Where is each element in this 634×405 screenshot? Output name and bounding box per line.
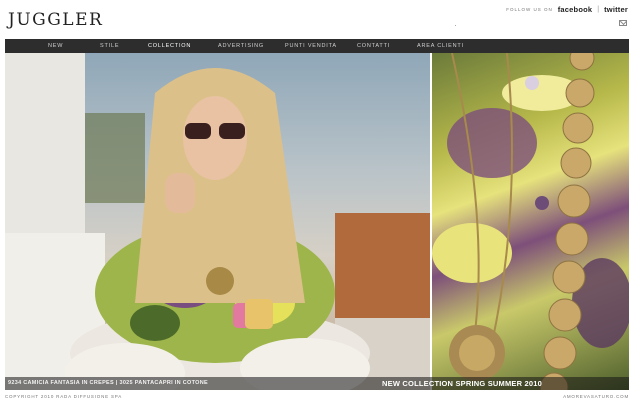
copyright-text: COPYRIGHT 2010 RADA DIFFUSIONE SPA: [5, 394, 123, 399]
social-links: FOLLOW US ON facebook | twitter: [506, 5, 628, 14]
nav-item-new[interactable]: NEW: [48, 43, 63, 49]
follow-us-label: FOLLOW US ON: [506, 7, 553, 12]
main-navigation: NEW STILE COLLECTION ADVERTISING PUNTI V…: [5, 39, 629, 53]
nav-item-advertising[interactable]: ADVERTISING: [218, 43, 264, 49]
model-photo: [5, 53, 430, 390]
collection-caption: NEW COLLECTION SPRING SUMMER 2010: [382, 379, 542, 388]
nav-item-punti-vendita[interactable]: PUNTI VENDITA: [285, 43, 337, 49]
nav-item-collection[interactable]: COLLECTION: [148, 43, 191, 49]
detail-photo: [432, 53, 629, 390]
nav-item-area-clienti[interactable]: AREA CLIENTI: [417, 43, 464, 49]
mail-icon[interactable]: [619, 20, 627, 26]
model-illustration: [5, 53, 430, 390]
site-header: JUGGLER FOLLOW US ON facebook | twitter: [0, 0, 634, 38]
necklace-illustration: [432, 53, 629, 390]
collection-photo: [5, 53, 629, 390]
twitter-link[interactable]: twitter: [604, 5, 628, 14]
juggler-logo[interactable]: JUGGLER: [8, 10, 103, 30]
facebook-link[interactable]: facebook: [558, 5, 593, 14]
product-caption: 9234 CAMICIA FANTASIA IN CREPES | 3025 P…: [8, 380, 208, 386]
nav-item-contatti[interactable]: CONTATTI: [357, 43, 390, 49]
credit-link[interactable]: AMOREVASATURO.COM: [563, 394, 629, 399]
nav-item-stile[interactable]: STILE: [100, 43, 119, 49]
social-separator: |: [597, 6, 600, 13]
header-dot: [455, 25, 456, 26]
